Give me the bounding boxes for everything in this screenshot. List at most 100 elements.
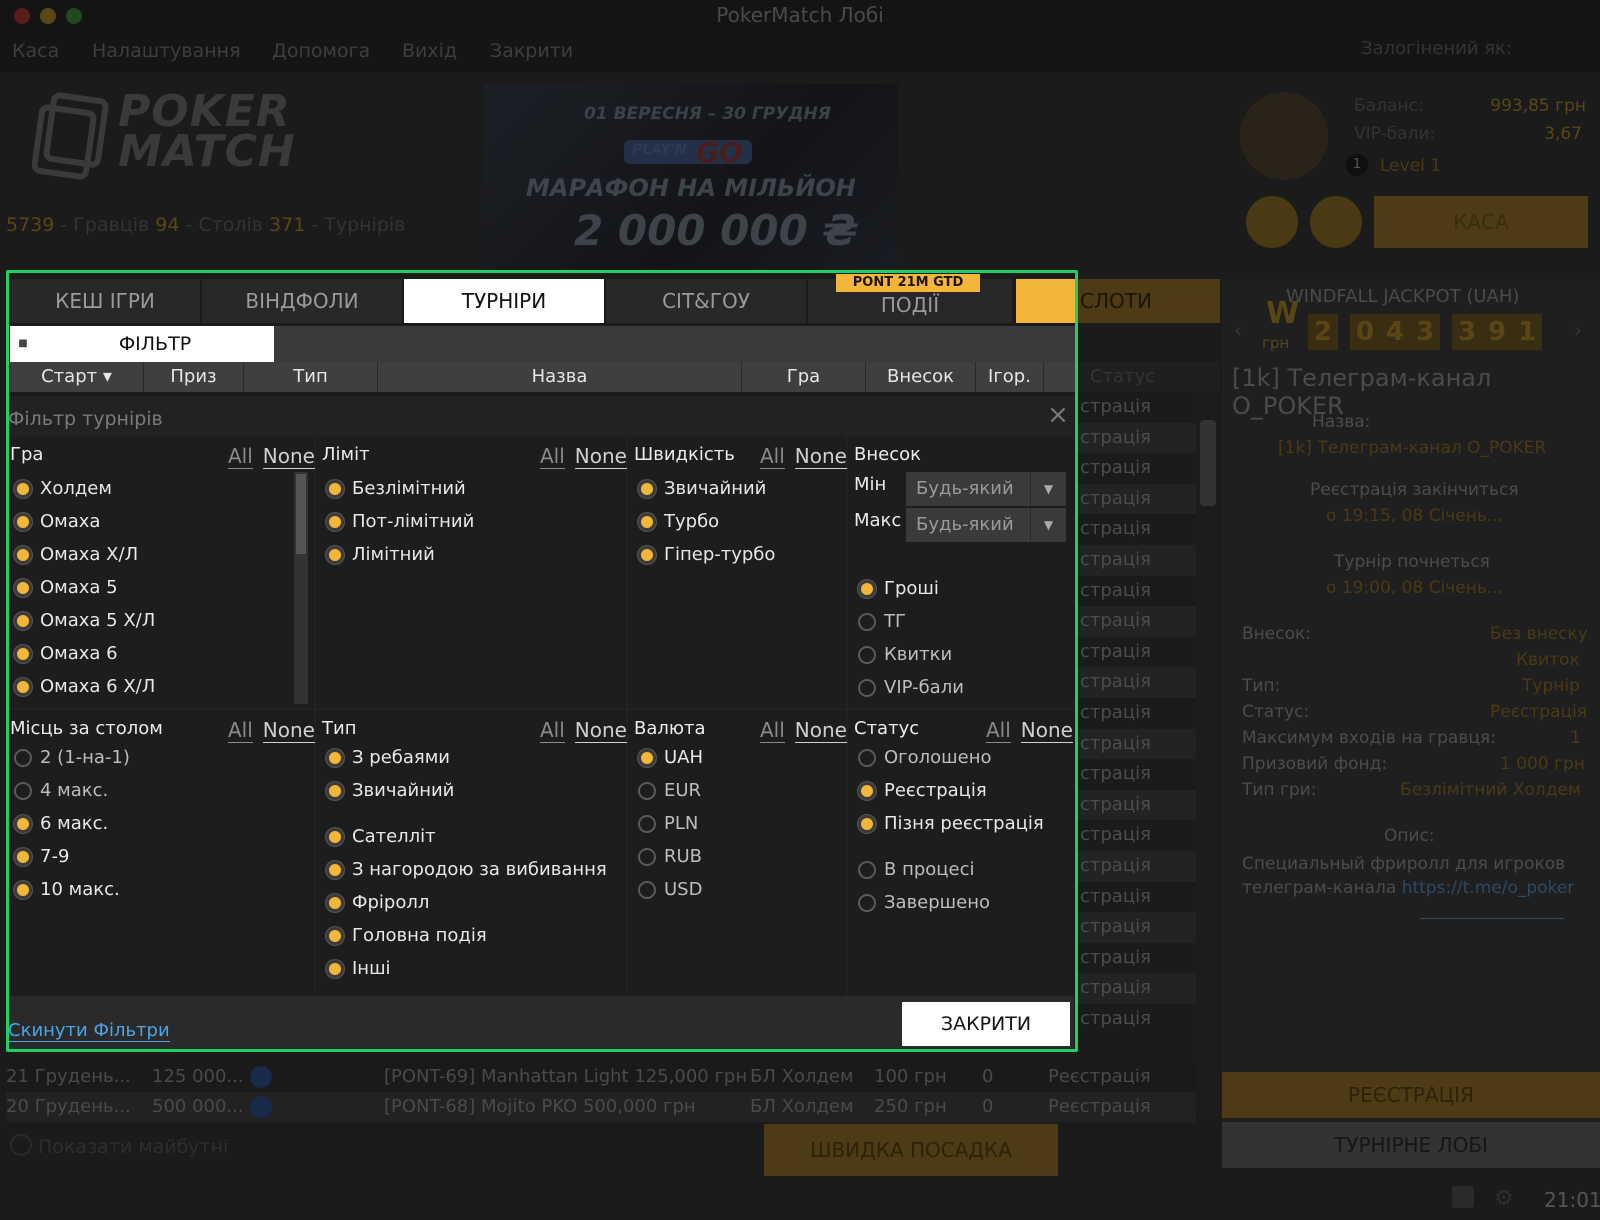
limit-all[interactable]: All <box>540 444 565 469</box>
game-option[interactable]: Омаха 5 <box>14 577 118 599</box>
currency-all[interactable]: All <box>760 718 785 743</box>
col-buyin[interactable]: Внесок <box>866 362 976 392</box>
buyin-option[interactable]: ТГ <box>858 611 906 633</box>
col-game[interactable]: Гра <box>742 362 866 392</box>
status-all[interactable]: All <box>986 718 1011 743</box>
tab-tournaments[interactable]: ТУРНІРИ <box>404 279 604 323</box>
limit-none[interactable]: None <box>574 444 627 469</box>
close-filter-button[interactable]: ЗАКРИТИ <box>902 1002 1070 1046</box>
limit-option[interactable]: Лімітний <box>326 544 435 566</box>
type-option[interactable]: Головна подія <box>326 925 487 947</box>
buyin-option[interactable]: VIP-бали <box>858 677 964 699</box>
buyin-max-select[interactable]: Будь-який ▼ <box>906 508 1066 542</box>
currency-none[interactable]: None <box>794 718 847 743</box>
fast-seat-button[interactable]: ШВИДКА ПОСАДКА <box>764 1124 1058 1176</box>
avatar[interactable] <box>1240 92 1328 180</box>
tab-slots[interactable]: СЛОТИ <box>1078 279 1220 323</box>
seats-option[interactable]: 10 макс. <box>14 879 120 901</box>
tab-cash-games[interactable]: КЕШ ІГРИ <box>10 279 200 323</box>
speed-option[interactable]: Турбо <box>638 511 719 533</box>
type-option[interactable]: Фріролл <box>326 892 429 914</box>
col-name[interactable]: Назва <box>378 362 742 392</box>
limit-option[interactable]: Безлімітний <box>326 478 466 500</box>
game-option[interactable]: Омаха Х/Л <box>14 544 138 566</box>
col-players[interactable]: Ігор. <box>976 362 1044 392</box>
calendar-icon[interactable] <box>1452 1186 1474 1208</box>
currency-option[interactable]: USD <box>638 879 702 901</box>
seats-option[interactable]: 4 макс. <box>14 780 108 802</box>
status-option[interactable]: Оголошено <box>858 747 991 769</box>
status-option[interactable]: В процесі <box>858 859 975 881</box>
limit-option[interactable]: Пот-лімітний <box>326 511 474 533</box>
tab-windfalls[interactable]: ВІНДФОЛИ <box>202 279 402 323</box>
menu-close[interactable]: Закрити <box>490 40 573 62</box>
tab-sit-and-go[interactable]: СІТ&ГОУ <box>606 279 806 323</box>
col-type[interactable]: Тип <box>244 362 378 392</box>
filter-toggle-icon[interactable]: ■ <box>10 326 36 362</box>
gear-icon[interactable]: ⚙ <box>1494 1186 1514 1211</box>
list-scrollbar-thumb[interactable] <box>1200 420 1216 506</box>
currency-option[interactable]: EUR <box>638 780 701 802</box>
col-status[interactable]: Статус <box>1078 362 1220 392</box>
close-icon[interactable]: × <box>1046 402 1070 428</box>
buyin-option[interactable]: Гроші <box>858 578 939 600</box>
menu-logout[interactable]: Вихід <box>402 40 457 62</box>
tournament-lobby-button[interactable]: ТУРНІРНЕ ЛОБІ <box>1222 1122 1600 1168</box>
currency-option[interactable]: PLN <box>638 813 698 835</box>
type-option[interactable]: Сателліт <box>326 826 436 848</box>
game-list-scrollbar-thumb[interactable] <box>296 474 306 554</box>
show-future-toggle[interactable]: Показати майбутні <box>10 1134 228 1158</box>
game-option[interactable]: Омаха 6 <box>14 643 118 665</box>
status-none[interactable]: None <box>1020 718 1073 743</box>
seats-option[interactable]: 7-9 <box>14 846 69 868</box>
buyin-min-select[interactable]: Будь-який ▼ <box>906 472 1066 506</box>
seats-none[interactable]: None <box>262 718 315 743</box>
filter-button[interactable]: ФІЛЬТР <box>36 326 274 362</box>
rewards-icon[interactable] <box>1310 196 1362 248</box>
type-option[interactable]: З ребаями <box>326 747 450 769</box>
cashier-button[interactable]: КАСА <box>1374 196 1588 248</box>
type-none[interactable]: None <box>574 718 627 743</box>
register-button[interactable]: РЕЄСТРАЦІЯ <box>1222 1072 1600 1118</box>
seats-option[interactable]: 6 макс. <box>14 813 108 835</box>
seats-option[interactable]: 2 (1-на-1) <box>14 747 130 769</box>
status-option[interactable]: Пізня реєстрація <box>858 813 1044 835</box>
reset-filters-link[interactable]: Скинути Фільтри <box>8 1020 170 1042</box>
buyin-option[interactable]: Квитки <box>858 644 952 666</box>
type-all[interactable]: All <box>540 718 565 743</box>
desc-link[interactable]: https://t.me/o_poker <box>1402 878 1575 898</box>
game-option[interactable]: Холдем <box>14 478 112 500</box>
col-prize[interactable]: Приз <box>144 362 244 392</box>
menu-cashier[interactable]: Каса <box>12 40 59 62</box>
status-option[interactable]: Реєстрація <box>858 780 987 802</box>
type-option[interactable]: Звичайний <box>326 780 454 802</box>
table-row[interactable]: 20 Грудень... 500 000... [PONT-68] Mojit… <box>6 1092 1196 1122</box>
table-row[interactable]: 21 Грудень... 125 000... [PONT-69] Manha… <box>6 1062 1196 1092</box>
type-option[interactable]: З нагородою за вибивання <box>326 859 607 881</box>
type-option[interactable]: Інші <box>326 958 391 980</box>
game-option[interactable]: Омаха 6 Х/Л <box>14 676 155 698</box>
game-option[interactable]: Омаха 5 Х/Л <box>14 610 155 632</box>
game-none[interactable]: None <box>262 444 315 469</box>
speed-none[interactable]: None <box>794 444 847 469</box>
promo-banner[interactable]: 01 ВЕРЕСНЯ – 30 ГРУДНЯ PLAY'N GO МАРАФОН… <box>484 84 898 270</box>
minimize-window-icon[interactable] <box>40 8 56 24</box>
tab-highlight[interactable] <box>1016 279 1078 323</box>
speed-option[interactable]: Звичайний <box>638 478 766 500</box>
game-all[interactable]: All <box>228 444 253 469</box>
speed-all[interactable]: All <box>760 444 785 469</box>
currency-option[interactable]: UAH <box>638 747 703 769</box>
menu-settings[interactable]: Налаштування <box>92 40 241 62</box>
game-option[interactable]: Омаха <box>14 511 100 533</box>
seats-all[interactable]: All <box>228 718 253 743</box>
speed-option[interactable]: Гіпер-турбо <box>638 544 775 566</box>
col-start[interactable]: Старт ▾ <box>10 362 144 392</box>
maximize-window-icon[interactable] <box>66 8 82 24</box>
currency-option[interactable]: RUB <box>638 846 702 868</box>
jackpot-next-icon[interactable]: › <box>1574 318 1582 342</box>
menu-help[interactable]: Допомога <box>272 40 370 62</box>
jackpot-prev-icon[interactable]: ‹ <box>1234 318 1242 342</box>
gift-icon[interactable] <box>1246 196 1298 248</box>
status-option[interactable]: Завершено <box>858 892 990 914</box>
close-window-icon[interactable] <box>14 8 30 24</box>
